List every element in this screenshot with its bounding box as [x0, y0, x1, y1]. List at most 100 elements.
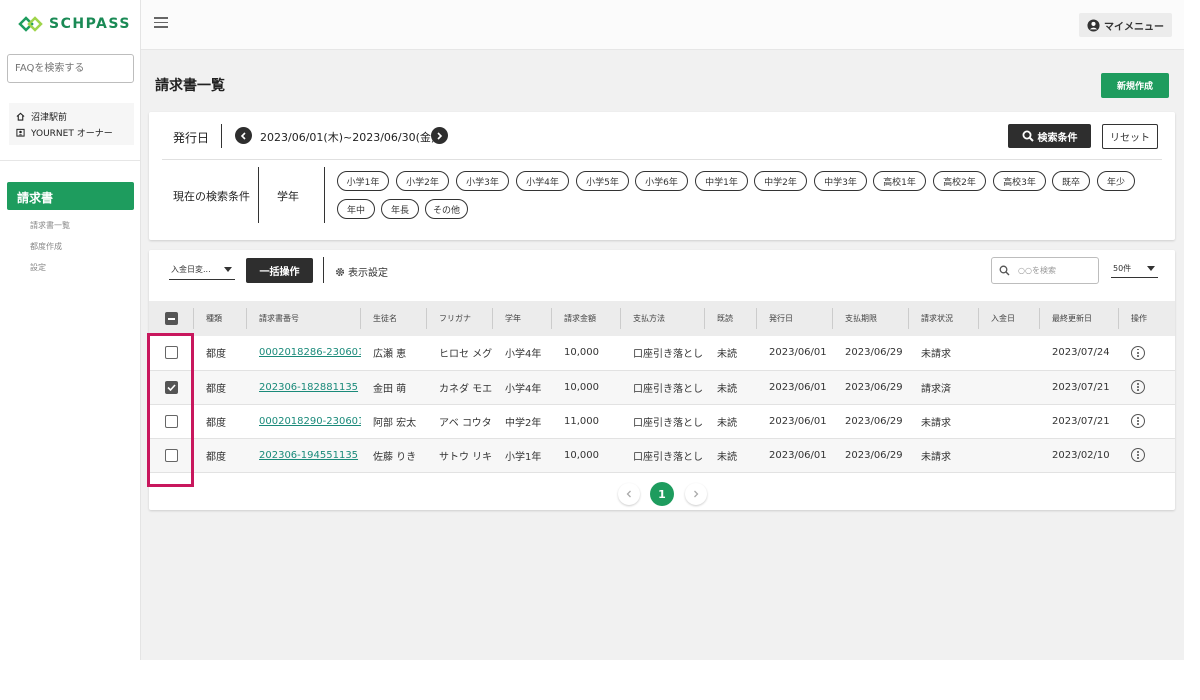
hamburger-menu-icon[interactable]: [154, 17, 168, 29]
schpass-logo-icon: [18, 16, 43, 32]
current-conditions-label: 現在の検索条件: [173, 190, 250, 203]
grade-chip[interactable]: 小学1年: [337, 171, 389, 191]
sort-select[interactable]: 入金日変...: [169, 260, 235, 280]
table-search-input[interactable]: ○○を検索: [991, 257, 1099, 284]
column-header: 操作: [1131, 314, 1147, 323]
user-badge-icon: [16, 128, 25, 137]
sidebar-subitem-settings[interactable]: 設定: [30, 262, 46, 273]
cell-grade: 小学1年: [505, 451, 542, 463]
grade-chip[interactable]: 小学6年: [635, 171, 688, 191]
table-row[interactable]: 都度 0002018290-230601 阿部 宏太 アベ コウタ 中学2年 11,000…: [149, 404, 1175, 438]
select-all-checkbox[interactable]: [165, 312, 178, 325]
cell-grade: 小学4年: [505, 349, 542, 361]
my-menu-label: マイメニュー: [1104, 21, 1164, 33]
divider: [324, 167, 325, 223]
row-actions-cell: [1119, 404, 1175, 438]
column-header[interactable]: 支払方法: [621, 301, 705, 336]
cell-issued: 2023/06/01: [769, 415, 827, 427]
reset-button[interactable]: リセット: [1102, 124, 1158, 149]
grade-chip[interactable]: 既卒: [1052, 171, 1090, 191]
table-search-placeholder: ○○を検索: [1018, 266, 1056, 275]
column-header[interactable]: 支払期限: [833, 301, 909, 336]
more-vertical-icon[interactable]: [1131, 414, 1145, 428]
gear-icon: [335, 267, 345, 276]
sidebar-item-invoice[interactable]: 請求書: [7, 182, 134, 210]
issue-date-label: 発行日: [173, 131, 210, 145]
display-settings-label: 表示設定: [348, 268, 388, 279]
next-month-button[interactable]: [431, 127, 448, 144]
display-settings-button[interactable]: 表示設定: [335, 264, 388, 279]
page-number-button[interactable]: 1: [650, 482, 674, 506]
store-info[interactable]: 沼津駅前 YOURNET オーナー: [9, 103, 134, 145]
cell-issued: 2023/06/01: [769, 347, 827, 359]
logo[interactable]: SCHPASS: [18, 16, 131, 32]
invoice-number-link[interactable]: 202306-194551135: [247, 438, 361, 472]
invoice-number-link[interactable]: 0002018286-230601: [247, 336, 361, 370]
column-header[interactable]: 入金日: [979, 301, 1040, 336]
caret-down-icon: [224, 267, 232, 272]
bulk-action-button[interactable]: 一括操作: [246, 258, 313, 283]
grade-chip[interactable]: 小学5年: [576, 171, 629, 191]
cell-name: 広瀬 恵: [373, 349, 407, 361]
more-vertical-icon[interactable]: [1131, 380, 1145, 394]
grade-chip[interactable]: 年長: [381, 199, 419, 219]
table-row[interactable]: 都度 202306-182881135 金田 萌 カネダ モエ 小学4年 10,000 口座…: [149, 370, 1175, 404]
table-row[interactable]: 都度 202306-194551135 佐藤 りき サトウ リキ 小学1年 10,000 口…: [149, 438, 1175, 472]
grade-chip[interactable]: 中学3年: [814, 171, 867, 191]
column-header[interactable]: 請求金額: [552, 301, 621, 336]
prev-month-button[interactable]: [235, 127, 252, 144]
search-icon: [1022, 130, 1034, 142]
column-header[interactable]: フリガナ: [427, 301, 493, 336]
grade-chip[interactable]: 高校3年: [993, 171, 1046, 191]
more-vertical-icon[interactable]: [1131, 345, 1145, 360]
invoice-number-link[interactable]: 0002018290-230601: [247, 404, 361, 438]
column-header[interactable]: 発行日: [757, 301, 833, 336]
grade-chip[interactable]: 中学1年: [695, 171, 748, 191]
cell-name: 金田 萌: [373, 383, 407, 395]
new-create-button[interactable]: 新規作成: [1101, 73, 1169, 98]
cell-method: 口座引き落とし: [633, 417, 703, 429]
cell-status: 未請求: [921, 451, 951, 463]
prev-page-button[interactable]: [618, 483, 640, 505]
column-header[interactable]: 生徒名: [361, 301, 427, 336]
grade-chip[interactable]: 年中: [337, 199, 375, 219]
grade-chip[interactable]: 中学2年: [754, 171, 807, 191]
grade-chip[interactable]: 年少: [1097, 171, 1135, 191]
cell-kana: ヒロセ メグミ: [439, 349, 493, 361]
home-icon: [16, 112, 25, 121]
grade-chip[interactable]: 高校2年: [933, 171, 986, 191]
account-circle-icon: [1087, 18, 1100, 32]
cell-method: 口座引き落とし: [633, 383, 703, 395]
invoice-number-link[interactable]: 202306-182881135: [247, 370, 361, 404]
cell-paid: [979, 370, 1040, 404]
cell-read: 未読: [717, 349, 737, 361]
divider: [221, 124, 222, 148]
logo-text: SCHPASS: [49, 16, 131, 32]
per-page-value: 50件: [1113, 264, 1132, 273]
search-conditions-button[interactable]: 検索条件: [1008, 124, 1091, 148]
column-header[interactable]: 請求書番号: [247, 301, 361, 336]
column-header[interactable]: 種類: [194, 301, 247, 336]
more-vertical-icon[interactable]: [1131, 448, 1145, 462]
per-page-select[interactable]: 50件: [1111, 260, 1158, 278]
column-header[interactable]: 学年: [493, 301, 552, 336]
sidebar: SCHPASS 沼津駅前 YOURNET オーナー 請求書 請求書一覧 都度作成…: [0, 0, 141, 660]
column-header[interactable]: 請求状況: [909, 301, 979, 336]
column-header[interactable]: 既読: [705, 301, 757, 336]
grade-chip[interactable]: 小学3年: [456, 171, 509, 191]
right-gutter: [1184, 0, 1200, 660]
sidebar-subitem-one-time-create[interactable]: 都度作成: [30, 241, 62, 252]
faq-search-input[interactable]: [7, 54, 134, 83]
grade-chip[interactable]: 高校1年: [873, 171, 926, 191]
grade-chip[interactable]: 小学2年: [396, 171, 449, 191]
grade-chip[interactable]: その他: [425, 199, 468, 219]
table-row[interactable]: 都度 0002018286-230601 広瀬 恵 ヒロセ メグミ小学4年 10,000…: [149, 336, 1175, 370]
next-page-button[interactable]: [685, 483, 707, 505]
select-all-header: [149, 301, 194, 336]
my-menu-button[interactable]: マイメニュー: [1079, 13, 1172, 37]
column-header[interactable]: 最終更新日: [1040, 301, 1119, 336]
grade-chip[interactable]: 小学4年: [516, 171, 569, 191]
sidebar-subitem-invoice-list[interactable]: 請求書一覧: [30, 220, 70, 231]
cell-status: 未請求: [921, 417, 951, 429]
cell-amount: 11,000: [564, 415, 599, 427]
